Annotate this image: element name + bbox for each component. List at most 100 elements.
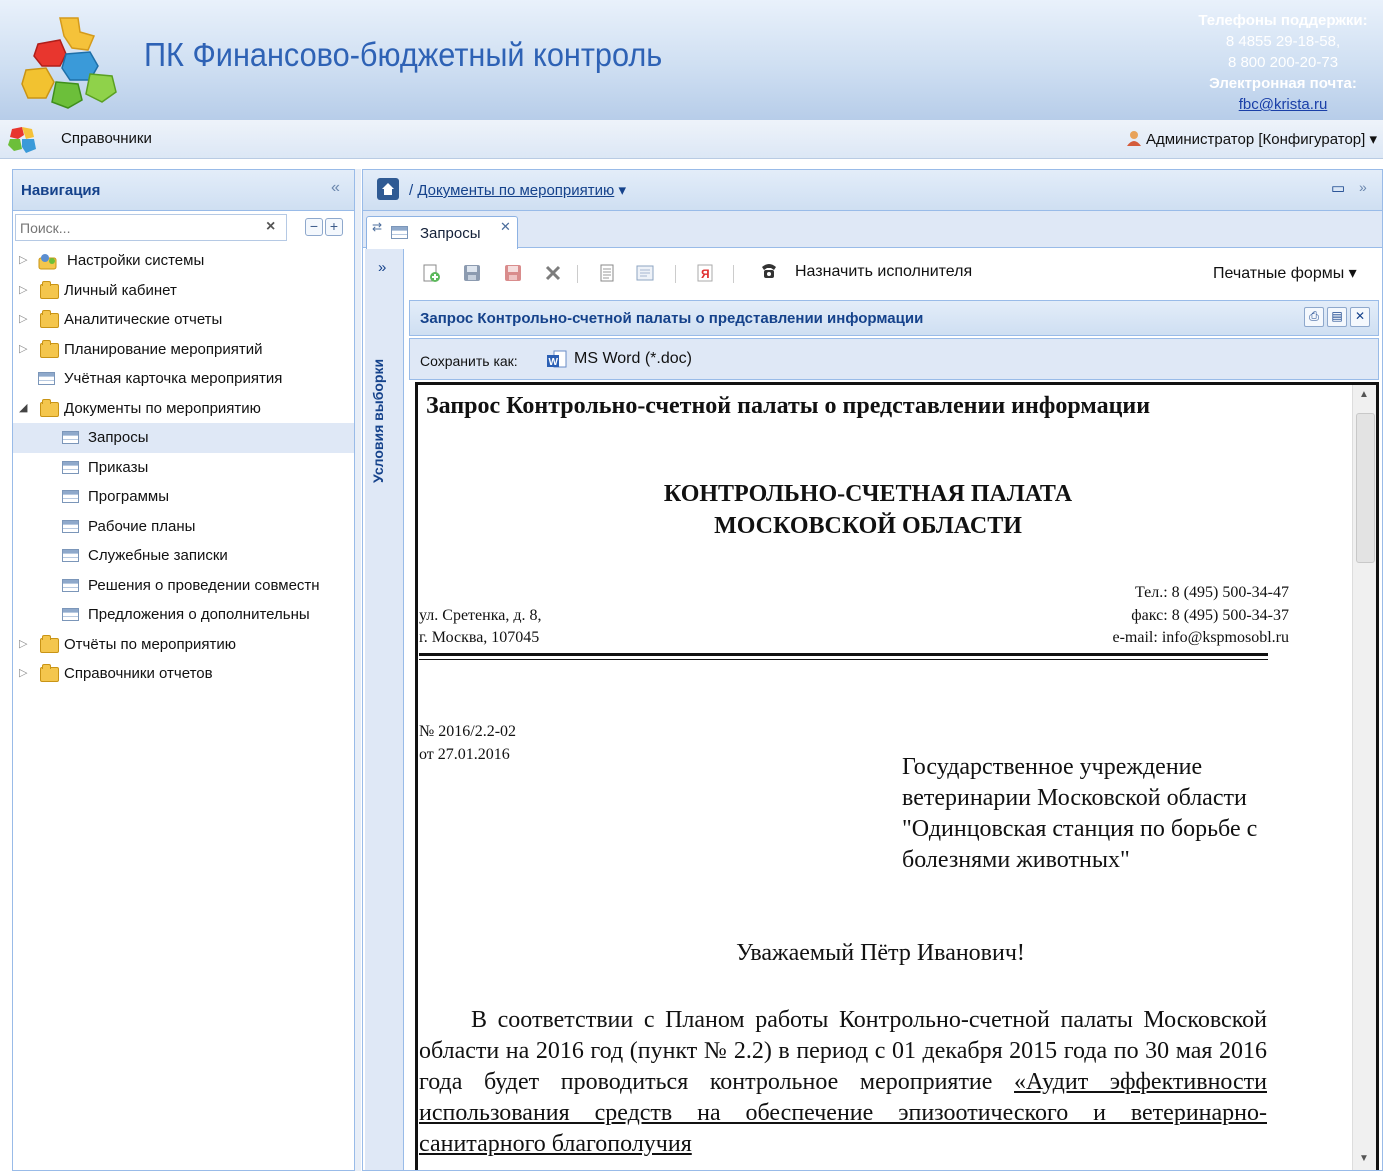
filter-conditions-panel[interactable]: » Условия выборки bbox=[365, 249, 404, 1170]
nav-search-input[interactable] bbox=[16, 215, 254, 240]
expand-arrow-icon[interactable]: ▷ bbox=[19, 246, 27, 275]
user-menu[interactable]: Администратор [Конфигуратор] ▾ bbox=[1126, 130, 1377, 148]
tree-item-event-planning[interactable]: ▷ Планирование мероприятий bbox=[13, 335, 354, 365]
assign-executor-button[interactable]: Назначить исполнителя bbox=[795, 263, 972, 281]
save-as-bar: Сохранить как: W MS Word (*.doc) bbox=[409, 338, 1379, 380]
tree-item-event-card[interactable]: Учётная карточка мероприятия bbox=[13, 364, 354, 394]
form-icon[interactable] bbox=[635, 263, 655, 283]
maximize-icon[interactable]: ▭ bbox=[1331, 179, 1345, 197]
tree-item-work-plans[interactable]: Рабочие планы bbox=[13, 512, 354, 542]
expand-arrow-icon[interactable]: ▷ bbox=[19, 630, 27, 659]
phone: Тел.: 8 (495) 500-34-47 bbox=[1134, 584, 1289, 601]
main-panel: / Документы по мероприятию ▾ ▭ » ⇄ Запро… bbox=[362, 169, 1383, 1171]
organization-name-line-1: КОНТРОЛЬНО-СЧЕТНАЯ ПАЛАТА bbox=[663, 481, 1073, 507]
app-title: ПК Финансово-бюджетный контроль bbox=[144, 36, 663, 73]
menu-references[interactable]: Справочники bbox=[61, 130, 152, 147]
scroll-down-icon[interactable]: ▼ bbox=[1359, 1153, 1369, 1164]
expand-arrow-icon[interactable]: ▷ bbox=[19, 335, 27, 364]
document-preview: Запрос Контрольно-счетной палаты о предс… bbox=[415, 382, 1379, 1170]
svg-text:Я: Я bbox=[701, 267, 710, 281]
tree-item-label: Справочники отчетов bbox=[64, 665, 213, 682]
tree-item-label: Решения о проведении совместн bbox=[88, 576, 320, 594]
document-title: Запрос Контрольно-счетной палаты о предс… bbox=[426, 393, 1151, 419]
expand-arrow-icon[interactable]: ▷ bbox=[19, 276, 27, 305]
tree-item-label: Предложения о дополнительны bbox=[88, 606, 310, 623]
nav-search-box: × bbox=[15, 214, 287, 241]
tree-item-system-settings[interactable]: ▷ Настройки системы bbox=[13, 246, 354, 276]
scrollbar-thumb[interactable] bbox=[1356, 413, 1375, 563]
tree-item-memos[interactable]: Служебные записки bbox=[13, 541, 354, 571]
user-dropdown-icon: ▾ bbox=[1365, 131, 1377, 148]
table-icon bbox=[62, 608, 79, 621]
puzzle-menu-icon[interactable] bbox=[6, 123, 42, 155]
toolbar-separator bbox=[733, 265, 734, 283]
refresh-icon[interactable]: ⇄ bbox=[372, 220, 382, 234]
expand-right-icon[interactable]: » bbox=[378, 259, 386, 276]
organization-name-line-2: МОСКОВСКОЙ ОБЛАСТИ bbox=[714, 513, 1022, 539]
print-forms-menu[interactable]: Печатные формы ▾ bbox=[1213, 263, 1357, 283]
support-phone-2: 8 800 200-20-73 bbox=[1227, 54, 1339, 71]
clear-search-icon[interactable]: × bbox=[266, 218, 275, 236]
expand-arrow-icon[interactable]: ▷ bbox=[19, 305, 27, 334]
support-email-link[interactable]: fbc@krista.ru bbox=[1239, 96, 1328, 113]
collapse-arrow-icon[interactable]: ◢ bbox=[19, 394, 27, 423]
settings-icon bbox=[38, 251, 58, 270]
save-icon[interactable] bbox=[462, 263, 482, 283]
main-header: / Документы по мероприятию ▾ ▭ » bbox=[363, 170, 1382, 211]
support-email-title: Электронная почта: bbox=[1209, 75, 1357, 92]
table-icon bbox=[38, 372, 55, 385]
add-document-icon[interactable] bbox=[421, 263, 441, 283]
menu-bar: Справочники Администратор [Конфигуратор]… bbox=[0, 120, 1383, 159]
nav-tree: ▷ Настройки системы ▷ Личный кабинет ▷ А… bbox=[13, 246, 354, 689]
save-close-icon[interactable] bbox=[503, 263, 523, 283]
document-icon[interactable] bbox=[597, 263, 617, 283]
expand-all-button[interactable]: + bbox=[325, 218, 343, 236]
report-title: Запрос Контрольно-счетной палаты о предс… bbox=[420, 310, 924, 327]
tree-item-joint-decisions[interactable]: Решения о проведении совместн bbox=[13, 571, 354, 601]
dropdown-arrow-icon: ▾ bbox=[1344, 265, 1357, 282]
yandex-icon[interactable]: Я bbox=[695, 263, 715, 283]
tree-item-event-documents[interactable]: ◢ Документы по мероприятию bbox=[13, 394, 354, 424]
tree-item-additional-proposals[interactable]: Предложения о дополнительны bbox=[13, 600, 354, 630]
tab-requests[interactable]: ⇄ Запросы ✕ bbox=[366, 216, 518, 249]
vertical-scrollbar[interactable]: ▲ ▼ bbox=[1352, 385, 1376, 1170]
save-format-link[interactable]: MS Word (*.doc) bbox=[574, 350, 692, 368]
close-report-icon[interactable]: ✕ bbox=[1350, 307, 1370, 327]
delete-icon[interactable] bbox=[543, 263, 563, 283]
breadcrumb: / Документы по мероприятию ▾ bbox=[409, 181, 626, 199]
home-icon[interactable] bbox=[377, 178, 399, 200]
table-icon bbox=[391, 226, 408, 239]
tree-item-label: Личный кабинет bbox=[64, 281, 177, 299]
print-icon[interactable]: ⎙ bbox=[1304, 307, 1324, 327]
table-icon bbox=[62, 460, 79, 474]
save-report-icon[interactable]: ▤ bbox=[1327, 307, 1347, 327]
expand-arrow-icon[interactable]: ▷ bbox=[19, 659, 27, 688]
panel-splitter[interactable] bbox=[355, 169, 361, 1171]
close-tab-icon[interactable]: ✕ bbox=[500, 219, 511, 235]
breadcrumb-link[interactable]: Документы по мероприятию bbox=[417, 182, 614, 199]
user-name: Администратор [Конфигуратор] bbox=[1145, 131, 1366, 148]
collapse-left-icon[interactable]: « bbox=[331, 179, 340, 197]
scroll-up-icon[interactable]: ▲ bbox=[1359, 389, 1369, 400]
tree-item-report-references[interactable]: ▷ Справочники отчетов bbox=[13, 659, 354, 689]
tree-item-analytic-reports[interactable]: ▷ Аналитические отчеты bbox=[13, 305, 354, 335]
tree-item-label: Учётная карточка мероприятия bbox=[64, 370, 283, 387]
tree-item-personal-cabinet[interactable]: ▷ Личный кабинет bbox=[13, 276, 354, 306]
address-line-1: ул. Сретенка, д. 8, bbox=[419, 607, 542, 624]
collapse-down-icon[interactable]: » bbox=[1359, 179, 1367, 195]
phone-user-icon[interactable] bbox=[759, 261, 779, 281]
nav-header: Навигация « bbox=[13, 170, 354, 211]
tree-item-orders[interactable]: Приказы bbox=[13, 453, 354, 483]
breadcrumb-dropdown-icon[interactable]: ▾ bbox=[614, 182, 626, 199]
tree-item-requests[interactable]: Запросы bbox=[13, 423, 354, 453]
collapse-all-button[interactable]: − bbox=[305, 218, 323, 236]
letterhead-rule bbox=[419, 659, 1268, 660]
tree-item-event-reports[interactable]: ▷ Отчёты по мероприятию bbox=[13, 630, 354, 660]
svg-text:W: W bbox=[549, 357, 559, 368]
tree-item-programs[interactable]: Программы bbox=[13, 482, 354, 512]
folder-icon bbox=[40, 339, 59, 358]
addressee: Государственное учреждение ветеринарии М… bbox=[902, 754, 1258, 873]
toolbar-separator bbox=[675, 265, 676, 283]
tree-item-label: Планирование мероприятий bbox=[64, 340, 263, 358]
ms-word-icon[interactable]: W bbox=[546, 349, 568, 371]
